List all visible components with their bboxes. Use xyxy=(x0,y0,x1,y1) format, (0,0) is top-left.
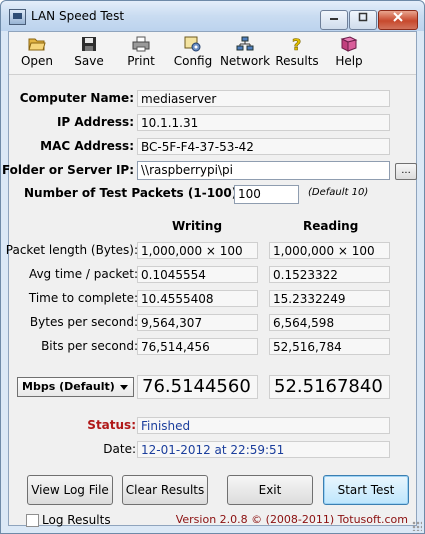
bits-per-second-reading: 52,516,784 xyxy=(269,338,390,355)
toolbar-config-label: Config xyxy=(173,54,213,68)
bytes-per-second-label: Bytes per second: xyxy=(29,315,138,329)
ip-address-label: IP Address: xyxy=(56,115,134,129)
toolbar-results-label: Results xyxy=(275,54,319,68)
toolbar-save-label: Save xyxy=(74,54,104,68)
computer-name-field: mediaserver xyxy=(137,90,390,107)
network-icon xyxy=(236,36,254,51)
time-to-complete-reading: 15.2332249 xyxy=(269,290,390,307)
avg-time-writing: 0.1045554 xyxy=(137,266,258,283)
log-results-checkbox[interactable] xyxy=(26,514,39,527)
window-title: LAN Speed Test xyxy=(31,9,125,23)
computer-name-label: Computer Name: xyxy=(19,91,134,105)
writing-speed-display: 76.5144560 xyxy=(137,375,258,399)
minimize-icon xyxy=(330,18,338,20)
app-window: LAN Speed Test Open Save Print Config Ne… xyxy=(0,0,425,534)
log-results-label: Log Results xyxy=(42,513,111,527)
toolbar-config[interactable]: Config xyxy=(167,36,219,72)
avg-time-reading: 0.1523322 xyxy=(269,266,390,283)
toolbar-network-label: Network xyxy=(219,54,271,68)
maximize-icon xyxy=(358,12,368,22)
time-to-complete-label: Time to complete: xyxy=(28,291,138,305)
close-icon xyxy=(393,12,403,22)
bits-per-second-writing: 76,514,456 xyxy=(137,338,258,355)
toolbar-help-label: Help xyxy=(335,54,363,68)
folder-open-icon xyxy=(28,38,46,51)
chevron-down-icon xyxy=(120,385,128,390)
version-text: Version 2.0.8 © (2008-2011) Totusoft.com xyxy=(175,513,408,526)
test-packets-input[interactable]: 100 xyxy=(234,185,299,204)
config-icon xyxy=(184,36,201,52)
toolbar: Open Save Print Config Network ? Results xyxy=(9,32,416,75)
time-to-complete-writing: 10.4555408 xyxy=(137,290,258,307)
question-icon: ? xyxy=(292,36,302,52)
test-packets-default: (Default 10) xyxy=(308,187,369,198)
reading-speed-display: 52.5167840 xyxy=(269,375,390,399)
mac-address-label: MAC Address: xyxy=(40,139,134,153)
toolbar-results[interactable]: ? Results xyxy=(271,36,323,72)
unit-select[interactable]: Mbps (Default) xyxy=(17,377,134,397)
minimize-button[interactable] xyxy=(320,10,348,30)
printer-icon xyxy=(132,36,150,52)
title-bar[interactable]: LAN Speed Test xyxy=(1,1,424,31)
toolbar-open[interactable]: Open xyxy=(11,36,63,72)
writing-header: Writing xyxy=(172,219,223,233)
test-packets-label: Number of Test Packets (1-100): xyxy=(24,186,243,200)
toolbar-save[interactable]: Save xyxy=(63,36,115,72)
packet-length-label: Packet length (Bytes): xyxy=(5,243,138,257)
svg-text:?: ? xyxy=(292,36,301,52)
help-book-icon xyxy=(340,36,358,52)
folder-server-label: Folder or Server IP: xyxy=(1,163,134,177)
packet-length-reading: 1,000,000 × 100 xyxy=(269,242,390,259)
browse-button[interactable]: ... xyxy=(395,163,417,180)
date-field: 12-01-2012 at 22:59:51 xyxy=(137,441,390,458)
status-field: Finished xyxy=(137,417,390,434)
close-button[interactable] xyxy=(378,10,418,30)
toolbar-print[interactable]: Print xyxy=(115,36,167,72)
start-test-button[interactable]: Start Test xyxy=(323,475,409,505)
exit-button[interactable]: Exit xyxy=(227,475,313,505)
status-label: Status: xyxy=(87,418,136,432)
toolbar-print-label: Print xyxy=(127,54,155,68)
reading-header: Reading xyxy=(303,219,359,233)
main-panel: Open Save Print Config Network ? Results xyxy=(2,31,417,527)
avg-time-label: Avg time / packet: xyxy=(28,267,138,281)
floppy-disk-icon xyxy=(82,37,96,51)
bytes-per-second-writing: 9,564,307 xyxy=(137,314,258,331)
unit-select-value: Mbps (Default) xyxy=(22,380,115,393)
view-log-file-button[interactable]: View Log File xyxy=(27,475,113,505)
clear-results-button[interactable]: Clear Results xyxy=(122,475,208,505)
toolbar-network[interactable]: Network xyxy=(219,36,271,72)
packet-length-writing: 1,000,000 × 100 xyxy=(137,242,258,259)
toolbar-open-label: Open xyxy=(20,54,54,68)
mac-address-field: BC-5F-F4-37-53-42 xyxy=(137,138,390,155)
maximize-button[interactable] xyxy=(349,10,377,30)
folder-server-input[interactable]: \\raspberrypi\pi xyxy=(137,161,390,180)
date-label: Date: xyxy=(103,442,136,456)
resize-grip[interactable] xyxy=(412,521,422,531)
app-icon xyxy=(9,9,26,25)
bits-per-second-label: Bits per second: xyxy=(41,339,138,353)
toolbar-help[interactable]: Help xyxy=(323,36,375,72)
ip-address-field: 10.1.1.31 xyxy=(137,114,390,131)
bytes-per-second-reading: 6,564,598 xyxy=(269,314,390,331)
